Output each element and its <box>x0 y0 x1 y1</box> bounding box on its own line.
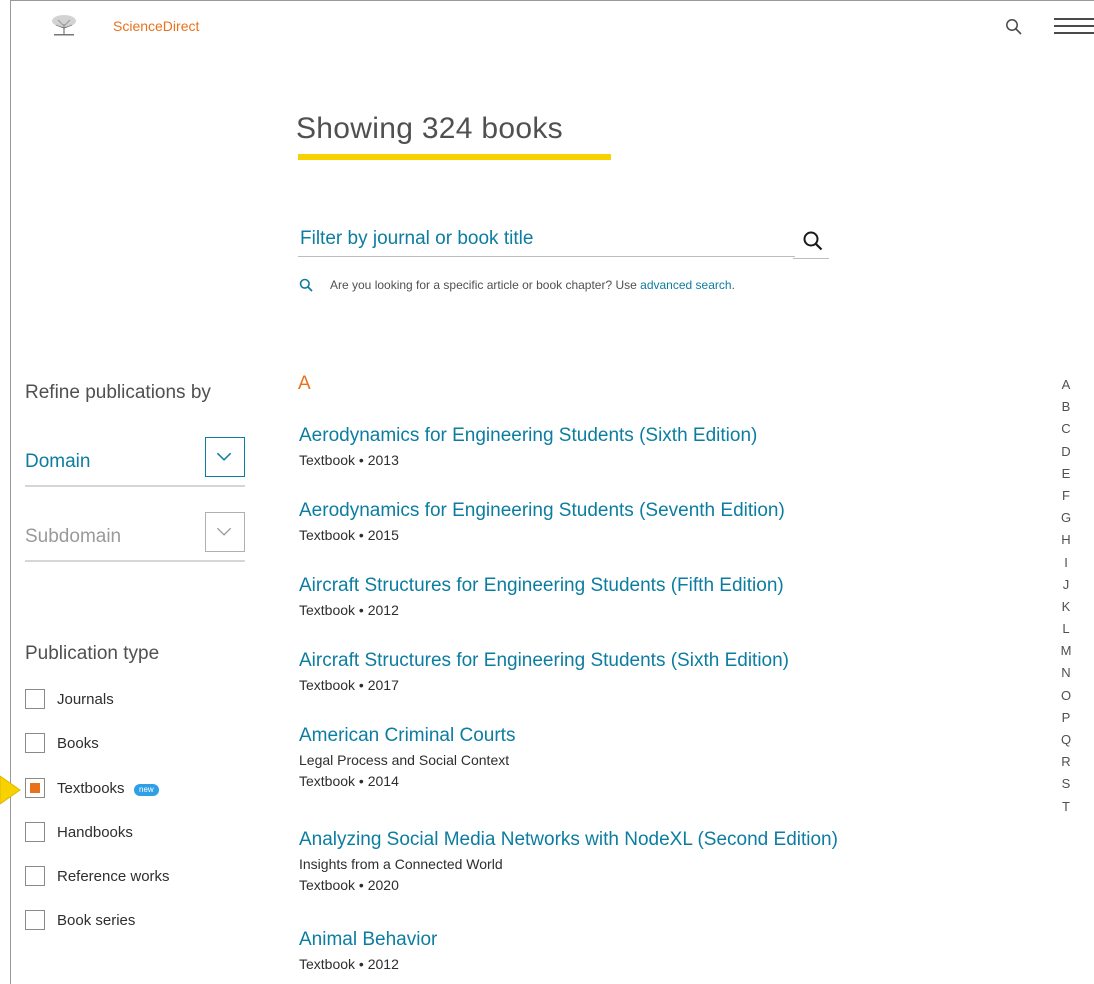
book-title-link[interactable]: Animal Behavior <box>299 929 437 951</box>
alpha-letter[interactable]: L <box>1058 618 1074 640</box>
book-title-link[interactable]: Analyzing Social Media Networks with Nod… <box>299 829 838 851</box>
book-item: Aircraft Structures for Engineering Stud… <box>299 650 789 693</box>
alpha-letter[interactable]: F <box>1058 485 1074 507</box>
publication-type-title: Publication type <box>25 643 160 664</box>
hint-suffix: . <box>731 278 735 292</box>
frame-border-top <box>10 0 1094 1</box>
alpha-letter[interactable]: D <box>1058 441 1074 463</box>
title-underline <box>298 154 611 160</box>
filter-input[interactable] <box>298 222 795 257</box>
alpha-letter[interactable]: O <box>1058 685 1074 707</box>
alpha-letter[interactable]: H <box>1058 529 1074 551</box>
alpha-letter[interactable]: K <box>1058 596 1074 618</box>
hint-text: Are you looking for a specific article o… <box>330 278 641 292</box>
chevron-down-icon <box>216 452 232 461</box>
alpha-letter[interactable]: T <box>1058 796 1074 818</box>
checkbox[interactable] <box>25 910 45 930</box>
alpha-letter[interactable]: N <box>1058 662 1074 684</box>
checkbox[interactable] <box>25 866 45 886</box>
book-meta: Textbook • 2015 <box>299 527 399 543</box>
domain-dropdown-button[interactable] <box>205 437 245 477</box>
checkbox-fill <box>30 783 40 793</box>
book-title-link[interactable]: Aerodynamics for Engineering Students (S… <box>299 425 757 447</box>
checkbox-label: Journals <box>57 691 114 708</box>
brand-link[interactable]: ScienceDirect <box>113 18 199 34</box>
book-item: Animal Behavior Textbook • 2012 <box>299 929 437 972</box>
alpha-letter[interactable]: B <box>1058 396 1074 418</box>
alpha-letter[interactable]: E <box>1058 463 1074 485</box>
alpha-letter[interactable]: J <box>1058 574 1074 596</box>
checkbox[interactable] <box>25 822 45 842</box>
book-meta: Textbook • 2014 <box>299 773 399 789</box>
chevron-down-icon <box>216 527 232 536</box>
page-title: Showing 324 books <box>296 112 563 145</box>
filter-underline <box>793 258 829 259</box>
alpha-letter[interactable]: R <box>1058 751 1074 773</box>
book-meta: Textbook • 2013 <box>299 452 399 468</box>
domain-select[interactable]: Domain <box>25 437 245 487</box>
domain-label: Domain <box>25 451 91 472</box>
alpha-letter[interactable]: M <box>1058 640 1074 662</box>
alpha-letter[interactable]: C <box>1058 418 1074 440</box>
book-subtitle: Insights from a Connected World <box>299 856 503 872</box>
book-title-link[interactable]: Aircraft Structures for Engineering Stud… <box>299 575 784 597</box>
search-hint: Are you looking for a specific article o… <box>330 278 735 292</box>
new-badge: new <box>134 784 159 796</box>
checkbox[interactable] <box>25 689 45 709</box>
checkbox-label: Books <box>57 735 99 752</box>
pointer-arrow-icon <box>0 775 21 805</box>
checkbox-label: Textbooks <box>57 780 125 797</box>
subdomain-label: Subdomain <box>25 526 122 547</box>
book-item: Aerodynamics for Engineering Students (S… <box>299 500 785 543</box>
search-icon[interactable] <box>1005 18 1023 36</box>
refine-title: Refine publications by <box>25 382 211 403</box>
checkbox-label: Reference works <box>57 868 170 885</box>
menu-bar <box>1054 32 1094 34</box>
search-hint-icon <box>299 278 313 292</box>
alpha-letter[interactable]: P <box>1058 707 1074 729</box>
book-subtitle: Legal Process and Social Context <box>299 752 510 768</box>
menu-bar <box>1054 25 1094 27</box>
alpha-letter[interactable]: A <box>1058 374 1074 396</box>
book-item: Aerodynamics for Engineering Students (S… <box>299 425 757 468</box>
alpha-letter[interactable]: Q <box>1058 729 1074 751</box>
hamburger-menu-icon[interactable] <box>1054 18 1094 38</box>
checkbox[interactable] <box>25 733 45 753</box>
subdomain-select[interactable]: Subdomain <box>25 512 245 562</box>
book-title-link[interactable]: Aircraft Structures for Engineering Stud… <box>299 650 789 672</box>
checkbox-label: Handbooks <box>57 824 133 841</box>
checkbox-label: Book series <box>57 912 136 929</box>
book-item: Analyzing Social Media Networks with Nod… <box>299 829 838 893</box>
alpha-letter[interactable]: I <box>1058 552 1074 574</box>
elsevier-logo-icon[interactable] <box>50 14 78 36</box>
frame-border-left <box>10 0 11 984</box>
advanced-search-link[interactable]: advanced search <box>640 278 731 292</box>
book-meta: Textbook • 2012 <box>299 956 399 972</box>
alphabet-index: A B C D E F G H I J K L M N O P Q R S T <box>1058 374 1074 818</box>
book-item: Aircraft Structures for Engineering Stud… <box>299 575 784 618</box>
filter-search-icon[interactable] <box>802 230 824 252</box>
checkbox-checked[interactable] <box>25 778 45 798</box>
alpha-letter[interactable]: S <box>1058 773 1074 795</box>
subdomain-dropdown-button[interactable] <box>205 512 245 552</box>
letter-heading: A <box>298 373 311 394</box>
book-meta: Textbook • 2020 <box>299 877 399 893</box>
book-title-link[interactable]: Aerodynamics for Engineering Students (S… <box>299 500 785 522</box>
book-item: American Criminal Courts Legal Process a… <box>299 725 515 789</box>
alpha-letter[interactable]: G <box>1058 507 1074 529</box>
book-title-link[interactable]: American Criminal Courts <box>299 725 515 747</box>
book-meta: Textbook • 2012 <box>299 602 399 618</box>
book-meta: Textbook • 2017 <box>299 677 399 693</box>
menu-bar <box>1054 18 1094 20</box>
